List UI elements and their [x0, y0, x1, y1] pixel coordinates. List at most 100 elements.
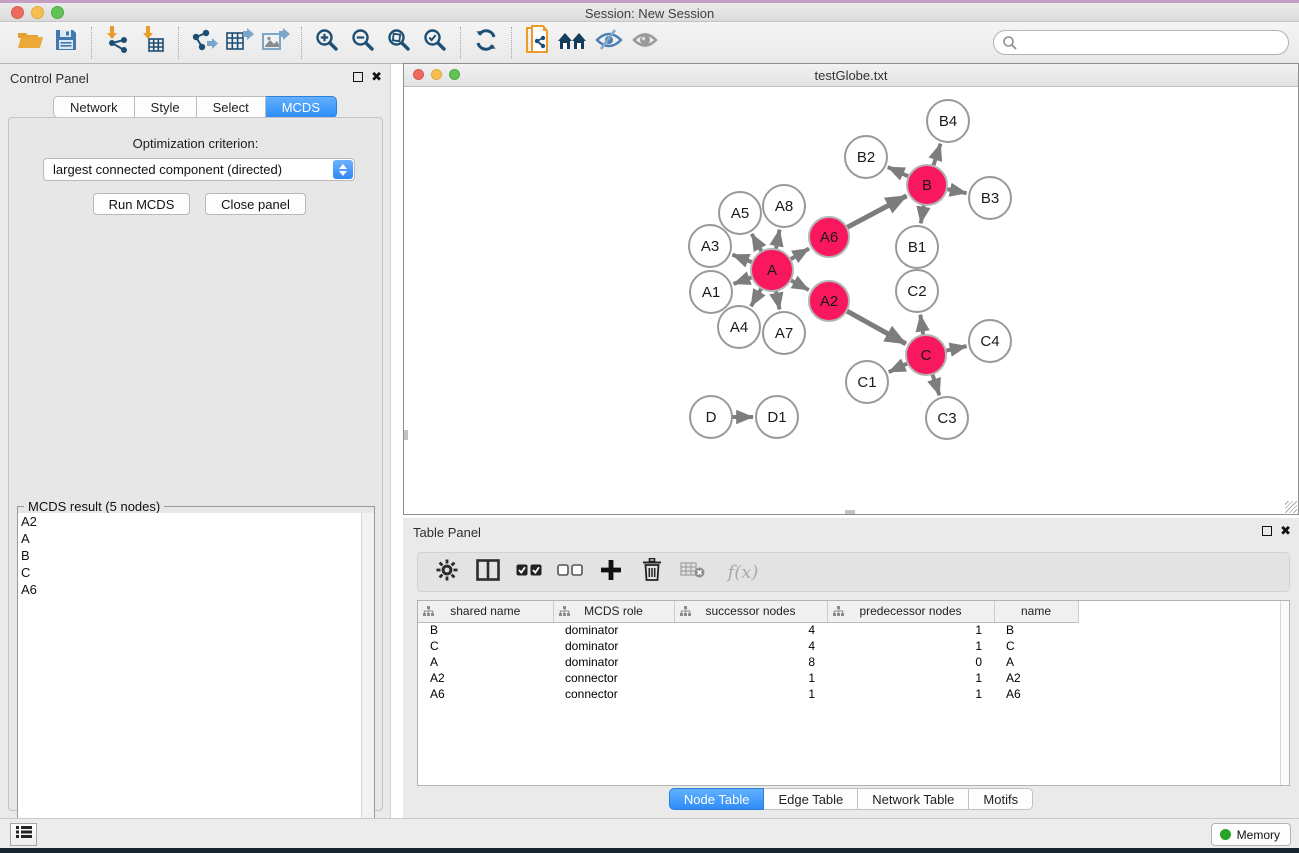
- table-cell[interactable]: 1: [674, 686, 827, 702]
- tab-node-table[interactable]: Node Table: [669, 788, 765, 810]
- table-cell[interactable]: connector: [553, 670, 674, 686]
- edge-A-A8[interactable]: [776, 230, 780, 252]
- table-row[interactable]: A6connector11A6: [418, 686, 1078, 702]
- table-cell[interactable]: 4: [674, 638, 827, 654]
- table-cell[interactable]: A2: [994, 670, 1078, 686]
- edge-A-A2[interactable]: [789, 279, 809, 290]
- deselect-all-button[interactable]: [557, 559, 583, 585]
- table-cell[interactable]: B: [418, 622, 553, 638]
- mcds-result-item[interactable]: A6: [18, 581, 374, 598]
- node-A6[interactable]: A6: [809, 217, 849, 257]
- table-cell[interactable]: 0: [827, 654, 994, 670]
- search-input[interactable]: [993, 30, 1289, 55]
- mcds-result-item[interactable]: B: [18, 547, 374, 564]
- edge-A-A7[interactable]: [776, 289, 780, 310]
- memory-button[interactable]: Memory: [1211, 823, 1291, 846]
- node-C2[interactable]: C2: [896, 270, 938, 312]
- table-row[interactable]: Adominator80A: [418, 654, 1078, 670]
- table-cell[interactable]: A: [418, 654, 553, 670]
- column-header-shared-name[interactable]: shared name: [418, 601, 553, 622]
- node-D[interactable]: D: [690, 396, 732, 438]
- table-cell[interactable]: connector: [553, 686, 674, 702]
- table-cell[interactable]: A6: [994, 686, 1078, 702]
- table-float-panel-icon[interactable]: [1262, 526, 1272, 536]
- edge-A2-C[interactable]: [845, 310, 906, 344]
- close-panel-button[interactable]: Close panel: [205, 193, 306, 215]
- edge-B-B1[interactable]: [921, 203, 924, 224]
- node-C3[interactable]: C3: [926, 397, 968, 439]
- tab-network-table[interactable]: Network Table: [858, 788, 969, 810]
- canvas-horizontal-scroll-nub[interactable]: [845, 510, 855, 514]
- tab-motifs[interactable]: Motifs: [969, 788, 1033, 810]
- node-C1[interactable]: C1: [846, 361, 888, 403]
- mcds-result-list[interactable]: A2ABCA6: [18, 513, 374, 850]
- show-all-button[interactable]: [627, 26, 663, 60]
- mcds-result-item[interactable]: C: [18, 564, 374, 581]
- mcds-result-scrollbar[interactable]: [361, 513, 374, 850]
- node-C[interactable]: C: [906, 335, 946, 375]
- tab-network[interactable]: Network: [53, 96, 135, 118]
- import-network-button[interactable]: [99, 26, 135, 60]
- table-cell[interactable]: dominator: [553, 654, 674, 670]
- node-A4[interactable]: A4: [718, 306, 760, 348]
- edge-B-B4[interactable]: [933, 144, 941, 168]
- node-B1[interactable]: B1: [896, 226, 938, 268]
- table-close-panel-icon[interactable]: ✖: [1280, 526, 1291, 536]
- float-panel-icon[interactable]: [353, 72, 363, 82]
- table-cell[interactable]: 1: [827, 638, 994, 654]
- zoom-in-button[interactable]: [309, 26, 345, 60]
- clone-network-button[interactable]: [519, 26, 555, 60]
- table-cell[interactable]: 1: [827, 622, 994, 638]
- table-row[interactable]: A2connector11A2: [418, 670, 1078, 686]
- table-cell[interactable]: A6: [418, 686, 553, 702]
- criterion-dropdown[interactable]: largest connected component (directed): [43, 158, 355, 181]
- edge-B-B3[interactable]: [945, 189, 967, 194]
- edge-A-A5[interactable]: [752, 234, 763, 254]
- node-C4[interactable]: C4: [969, 320, 1011, 362]
- table-cell[interactable]: 8: [674, 654, 827, 670]
- table-cell[interactable]: 1: [827, 670, 994, 686]
- edge-C-C2[interactable]: [920, 315, 923, 337]
- node-A2[interactable]: A2: [809, 281, 849, 321]
- edge-A6-B[interactable]: [845, 196, 907, 229]
- column-header-MCDS-role[interactable]: MCDS role: [553, 601, 674, 622]
- table-cell[interactable]: 1: [674, 670, 827, 686]
- edge-B-B2[interactable]: [888, 167, 911, 177]
- node-B[interactable]: B: [907, 165, 947, 205]
- node-B2[interactable]: B2: [845, 136, 887, 178]
- table-cell[interactable]: C: [418, 638, 553, 654]
- edge-C-C1[interactable]: [889, 362, 910, 372]
- export-image-button[interactable]: [258, 26, 294, 60]
- table-row[interactable]: Bdominator41B: [418, 622, 1078, 638]
- delete-column-button[interactable]: [639, 559, 665, 585]
- table-cell[interactable]: B: [994, 622, 1078, 638]
- table-cell[interactable]: A: [994, 654, 1078, 670]
- zoom-out-button[interactable]: [345, 26, 381, 60]
- export-table-button[interactable]: [222, 26, 258, 60]
- select-all-button[interactable]: [516, 559, 542, 585]
- edge-A-A1[interactable]: [734, 276, 755, 283]
- node-B3[interactable]: B3: [969, 177, 1011, 219]
- node-D1[interactable]: D1: [756, 396, 798, 438]
- refresh-view-button[interactable]: [468, 26, 504, 60]
- edge-A-A3[interactable]: [732, 255, 754, 263]
- network-overview-button[interactable]: [555, 26, 591, 60]
- table-cell[interactable]: dominator: [553, 638, 674, 654]
- column-header-name[interactable]: name: [994, 601, 1078, 622]
- split-columns-button[interactable]: [475, 559, 501, 585]
- import-table-button[interactable]: [135, 26, 171, 60]
- close-panel-icon[interactable]: ✖: [371, 72, 382, 82]
- save-session-button[interactable]: [48, 26, 84, 60]
- table-cell[interactable]: C: [994, 638, 1078, 654]
- task-history-button[interactable]: [10, 823, 37, 846]
- zoom-fit-button[interactable]: [381, 26, 417, 60]
- tab-select[interactable]: Select: [197, 96, 266, 118]
- edge-A-A6[interactable]: [788, 249, 809, 261]
- column-header-predecessor-nodes[interactable]: predecessor nodes: [827, 601, 994, 622]
- table-cell[interactable]: 1: [827, 686, 994, 702]
- window-resize-grip[interactable]: [1285, 501, 1297, 513]
- tab-edge-table[interactable]: Edge Table: [764, 788, 858, 810]
- node-A5[interactable]: A5: [719, 192, 761, 234]
- table-cell[interactable]: 4: [674, 622, 827, 638]
- hide-selected-button[interactable]: [591, 26, 627, 60]
